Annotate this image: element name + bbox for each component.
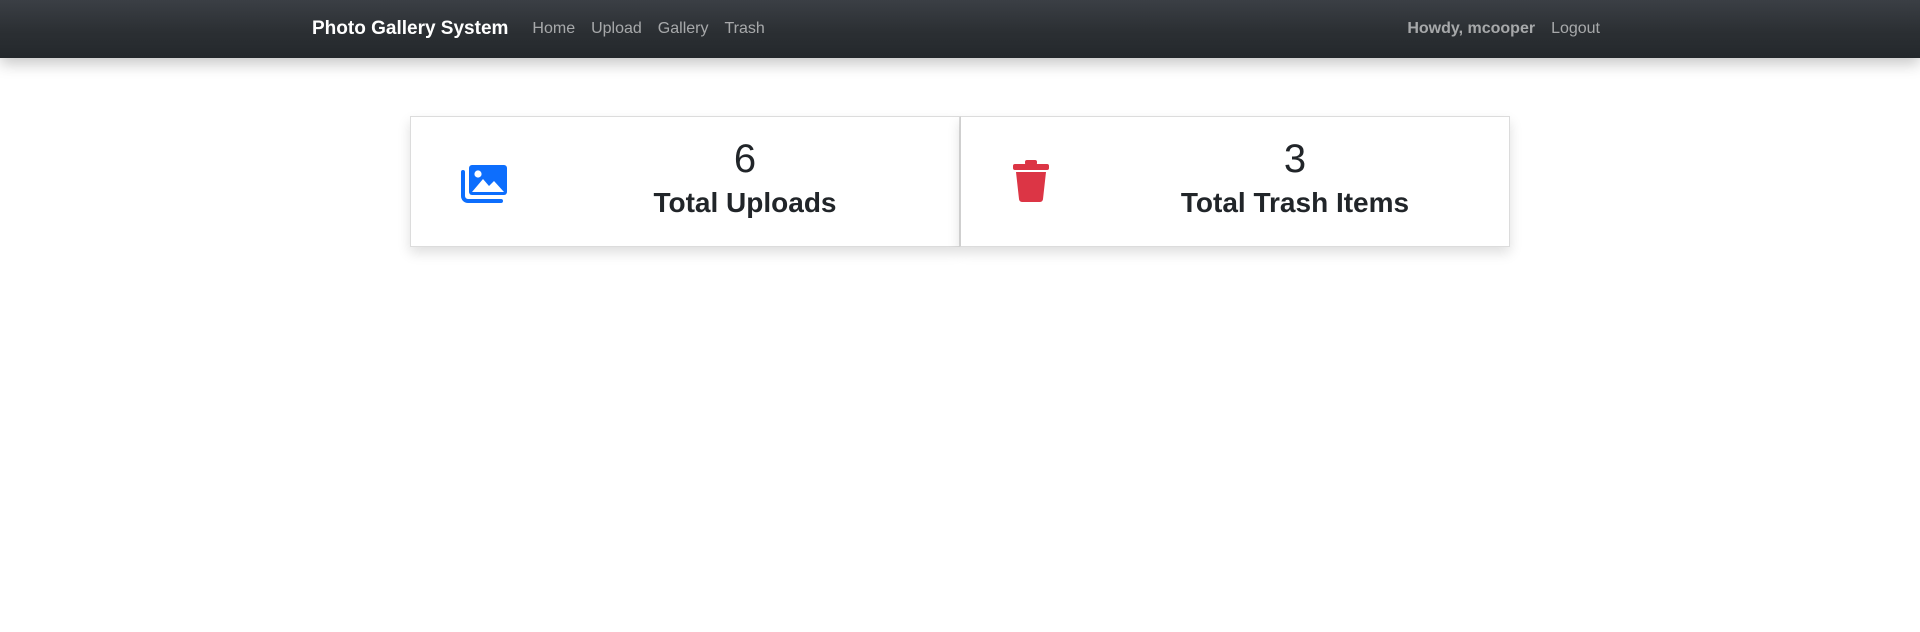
stats-cards: 6 Total Uploads 3 Total Trash Items <box>410 116 1510 247</box>
navbar-container: Photo Gallery System Home Upload Gallery… <box>312 0 1600 58</box>
top-navbar: Photo Gallery System Home Upload Gallery… <box>0 0 1920 58</box>
nav-user-area: Howdy, mcooper Logout <box>1407 20 1600 38</box>
uploads-card-body: 6 Total Uploads <box>531 137 959 221</box>
nav-link-upload[interactable]: Upload <box>591 20 642 38</box>
trash-count: 3 <box>1283 137 1307 181</box>
logout-link[interactable]: Logout <box>1551 20 1600 38</box>
uploads-label: Total Uploads <box>653 187 837 218</box>
images-icon <box>461 163 507 208</box>
trash-card: 3 Total Trash Items <box>960 116 1510 247</box>
user-greeting: Howdy, mcooper <box>1407 20 1536 37</box>
trash-card-body: 3 Total Trash Items <box>1081 137 1509 221</box>
uploads-card: 6 Total Uploads <box>410 116 960 247</box>
nav-link-home[interactable]: Home <box>532 20 575 38</box>
trash-label: Total Trash Items <box>1180 187 1410 218</box>
trash-icon <box>1013 160 1049 207</box>
brand-link[interactable]: Photo Gallery System <box>312 18 508 40</box>
nav-link-trash[interactable]: Trash <box>724 20 764 38</box>
uploads-count: 6 <box>733 137 757 181</box>
nav-links: Home Upload Gallery Trash <box>532 20 780 38</box>
nav-link-gallery[interactable]: Gallery <box>658 20 709 38</box>
